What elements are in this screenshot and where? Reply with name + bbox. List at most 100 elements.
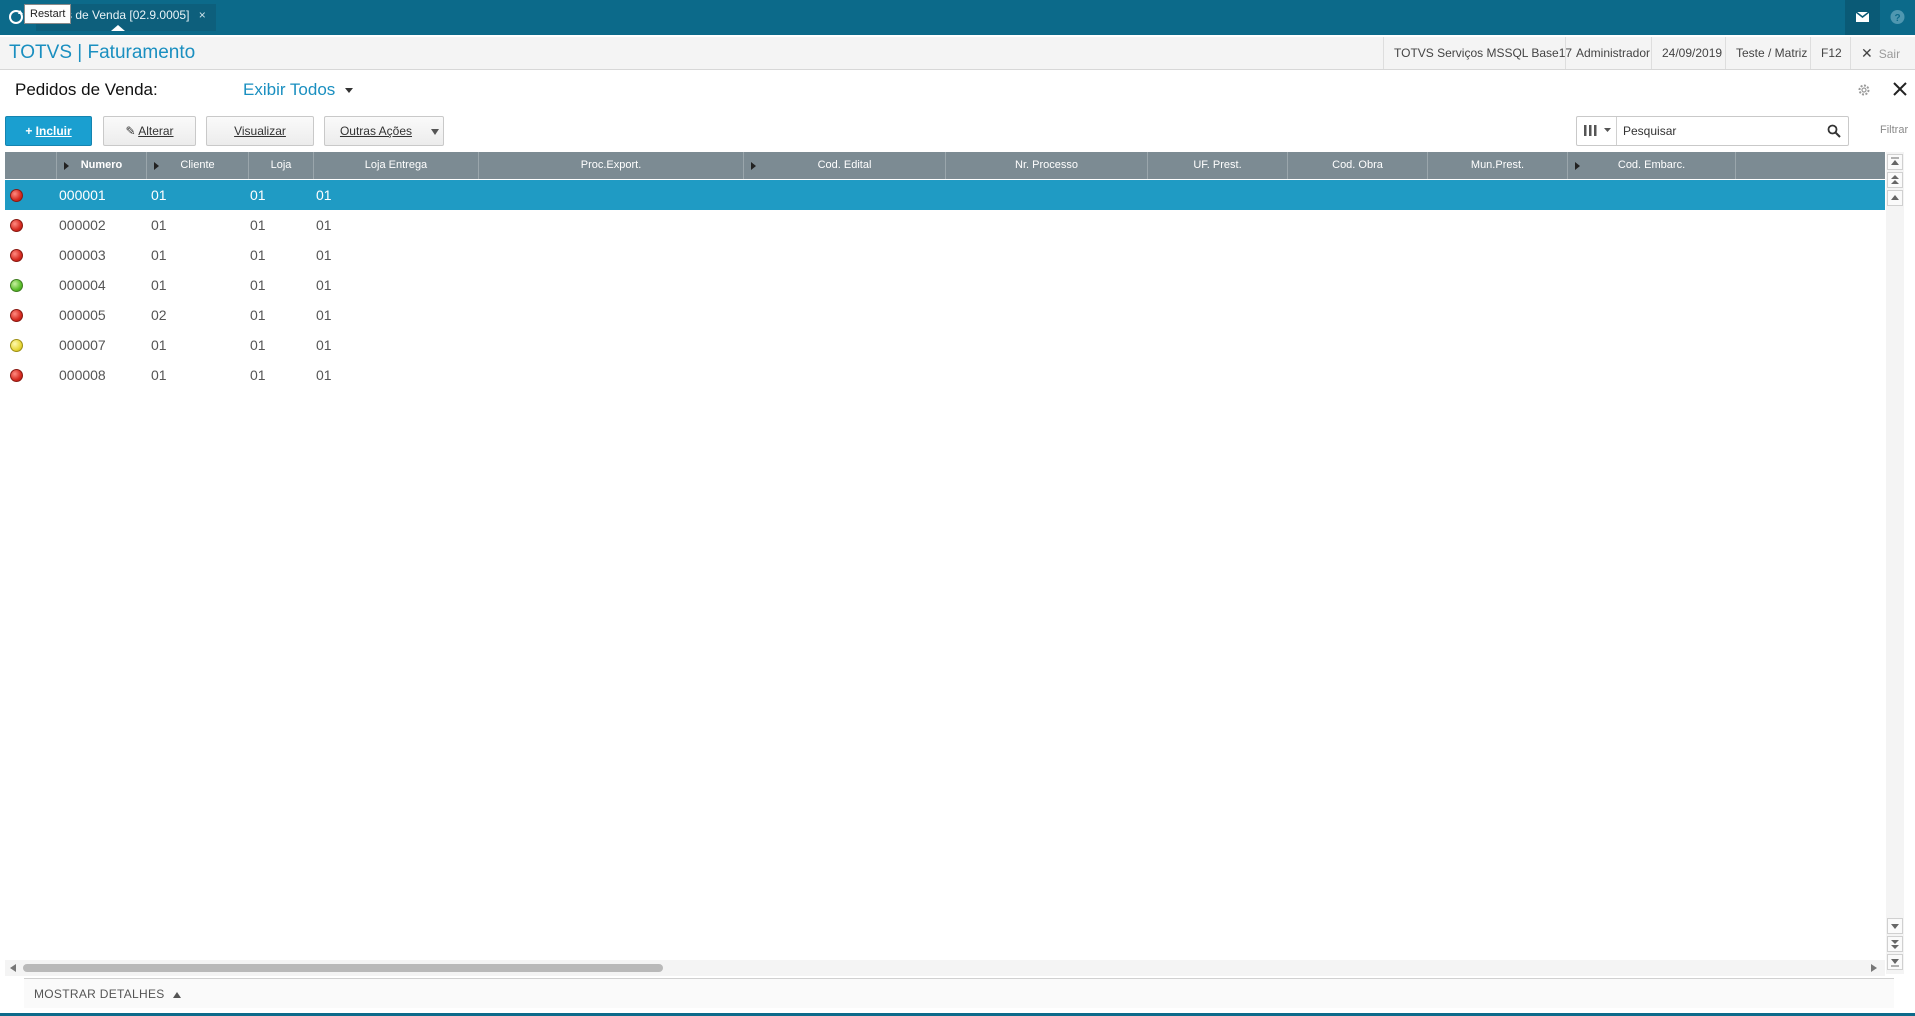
chevron-down-icon [1891,924,1899,929]
column-header-loja-entrega[interactable]: Loja Entrega [314,152,479,179]
status-red-icon [10,219,23,232]
column-header-proc-export[interactable]: Proc.Export. [479,152,744,179]
mail-icon [1855,11,1870,22]
close-icon: ✕ [1861,45,1873,61]
cell-cliente: 01 [151,367,167,383]
cell-cliente: 01 [151,337,167,353]
visualizar-button[interactable]: Visualizar [206,116,314,146]
cell-loja-entrega: 01 [316,217,332,233]
scroll-left-icon[interactable] [8,963,18,973]
vertical-scrollbar[interactable] [1886,152,1904,974]
cell-numero: 000003 [59,247,106,263]
restart-tooltip: Restart [24,4,72,24]
cell-cliente: 01 [151,277,167,293]
pencil-icon: ✎ [125,124,136,138]
status-green-icon [10,279,23,292]
scroll-top-button[interactable] [1887,154,1903,170]
scroll-page-down-icon [1891,940,1899,949]
cell-numero: 000004 [59,277,106,293]
table-row[interactable]: 000004 01 01 01 [5,270,1885,300]
show-details-button[interactable]: MOSTRAR DETALHES [34,987,181,1001]
page-title: Pedidos de Venda: [15,80,158,99]
table-row[interactable]: 000007 01 01 01 [5,330,1885,360]
title-bar: TOTVS | Faturamento TOTVS Serviços MSSQL… [0,37,1915,70]
search-columns-selector[interactable] [1577,117,1617,145]
column-header-cod-edital[interactable]: Cod. Edital [744,152,946,179]
table-row[interactable]: 000001 01 01 01 [5,180,1885,210]
column-header-uf-prest[interactable]: UF. Prest. [1148,152,1288,179]
mail-button[interactable] [1845,0,1880,35]
column-expand-icon [1575,162,1580,170]
top-bar: s de Venda [02.9.0005] × Restart ? [0,0,1915,35]
status-red-icon [10,189,23,202]
tab-close-icon[interactable]: × [199,8,206,22]
scroll-bottom-icon [1891,959,1899,967]
column-header-loja[interactable]: Loja [249,152,314,179]
column-header-numero[interactable]: Numero [57,152,147,179]
caret-down-icon [345,88,354,94]
scroll-up-button[interactable] [1887,190,1903,206]
cell-loja-entrega: 01 [316,367,332,383]
table-row[interactable]: 000002 01 01 01 [5,210,1885,240]
table-row[interactable]: 000003 01 01 01 [5,240,1885,270]
branch-label[interactable]: Teste / Matriz [1725,37,1817,69]
details-bar: MOSTRAR DETALHES [24,978,1894,1008]
tab-active-caret [111,25,125,31]
cell-cliente: 01 [151,247,167,263]
view-filter-value: Exibir Todos [243,80,336,99]
cell-loja-entrega: 01 [316,277,332,293]
column-expand-icon [154,162,159,170]
help-icon: ? [1890,10,1905,24]
tab-label: s de Venda [02.9.0005] [66,8,190,22]
status-red-icon [10,309,23,322]
outras-acoes-button[interactable]: Outras Ações [324,116,444,146]
column-header-cliente[interactable]: Cliente [147,152,249,179]
scroll-page-down-button[interactable] [1887,936,1903,952]
user-label: Administrador [1565,37,1660,69]
filter-link[interactable]: Filtrar [1880,124,1908,136]
column-header-mun-prest[interactable]: Mun.Prest. [1428,152,1568,179]
cell-loja: 01 [250,277,266,293]
cell-loja-entrega: 01 [316,187,332,203]
search-box [1576,116,1849,146]
refresh-icon[interactable] [8,9,24,25]
incluir-button[interactable]: + Incluir [5,116,92,146]
f12-button[interactable]: F12 [1810,37,1852,69]
scroll-bottom-button[interactable] [1887,954,1903,970]
scroll-down-button[interactable] [1887,918,1903,934]
alterar-button[interactable]: ✎ Alterar [103,116,196,146]
scroll-right-icon[interactable] [1869,963,1879,973]
table-row[interactable]: 000008 01 01 01 [5,360,1885,390]
search-icon[interactable] [1827,124,1841,138]
search-input[interactable] [1623,121,1813,141]
column-header-cod-obra[interactable]: Cod. Obra [1288,152,1428,179]
status-yellow-icon [10,339,23,352]
cell-loja: 01 [250,217,266,233]
cell-numero: 000005 [59,307,106,323]
gear-icon[interactable] [1857,83,1871,97]
column-header-status[interactable] [5,152,57,179]
scroll-page-up-button[interactable] [1887,172,1903,188]
chevron-up-icon [1891,195,1899,200]
status-red-icon [10,369,23,382]
cell-loja: 01 [250,187,266,203]
view-filter-dropdown[interactable]: Exibir Todos [243,80,354,100]
help-button[interactable]: ? [1880,0,1915,35]
exit-button[interactable]: ✕ Sair [1850,37,1915,69]
column-header-cod-embarc[interactable]: Cod. Embarc. [1568,152,1736,179]
horizontal-scroll-thumb[interactable] [23,964,663,972]
cell-loja-entrega: 01 [316,307,332,323]
scroll-top-icon [1891,157,1899,165]
scroll-page-up-icon [1891,175,1899,184]
horizontal-scrollbar[interactable] [5,960,1885,976]
column-header-nr-processo[interactable]: Nr. Processo [946,152,1148,179]
cell-loja: 01 [250,247,266,263]
columns-icon [1584,125,1611,136]
table-row[interactable]: 000005 02 01 01 [5,300,1885,330]
close-page-icon[interactable] [1892,81,1908,97]
cell-cliente: 02 [151,307,167,323]
app-title: TOTVS | Faturamento [9,42,196,63]
cell-numero: 000002 [59,217,106,233]
cell-loja: 01 [250,367,266,383]
cell-loja-entrega: 01 [316,247,332,263]
